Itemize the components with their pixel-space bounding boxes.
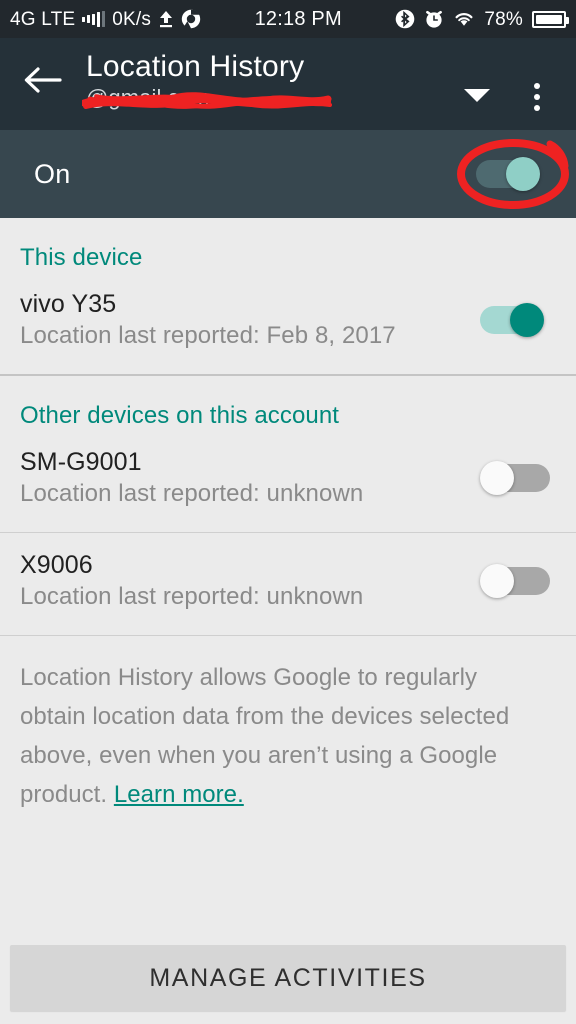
master-toggle-switch[interactable] <box>476 152 550 196</box>
content-area: This device vivo Y35 Location last repor… <box>0 218 576 838</box>
device-toggle-wrap[interactable] <box>462 553 554 609</box>
status-clock: 12:18 PM <box>254 7 342 30</box>
device-toggle-switch[interactable] <box>480 456 554 500</box>
device-row-sm-g9001[interactable]: SM-G9001 Location last reported: unknown <box>0 430 576 532</box>
device-name: SM-G9001 <box>20 448 142 476</box>
section-other-devices: Other devices on this account SM-G9001 L… <box>0 376 576 635</box>
switch-thumb <box>510 303 544 337</box>
device-row-x9006[interactable]: X9006 Location last reported: unknown <box>0 533 576 635</box>
learn-more-link[interactable]: Learn more. <box>114 781 244 808</box>
wifi-icon <box>453 10 475 28</box>
device-toggle-wrap[interactable] <box>462 292 554 348</box>
signal-bars-icon <box>82 11 106 27</box>
status-bar-left: 4G LTE 0K/s <box>10 9 201 29</box>
device-text-column: SM-G9001 Location last reported: unknown <box>20 446 462 510</box>
device-toggle-wrap[interactable] <box>462 450 554 506</box>
data-rate-label: 0K/s <box>112 8 152 30</box>
chrome-icon <box>181 9 201 29</box>
bottom-action-bar: MANAGE ACTIVITIES <box>0 940 576 1024</box>
section-heading: Other devices on this account <box>20 402 340 429</box>
status-bar-right: 78% <box>395 8 569 30</box>
network-label: 4G LTE <box>10 8 76 30</box>
device-name: vivo Y35 <box>20 290 117 318</box>
master-toggle-row[interactable]: On <box>0 130 576 218</box>
device-status: Location last reported: Feb 8, 2017 <box>20 322 396 349</box>
back-button[interactable] <box>16 56 68 108</box>
device-row-vivo-y35[interactable]: vivo Y35 Location last reported: Feb 8, … <box>0 272 576 374</box>
switch-thumb <box>480 564 514 598</box>
description-body: Location History allows Google to regula… <box>20 664 510 808</box>
device-status: Location last reported: unknown <box>20 583 364 610</box>
device-text-column: X9006 Location last reported: unknown <box>20 549 462 613</box>
switch-thumb <box>480 461 514 495</box>
back-arrow-icon <box>22 64 62 101</box>
overflow-menu-button[interactable] <box>514 68 560 126</box>
status-bar: 4G LTE 0K/s 12:18 PM 78% <box>0 0 576 38</box>
device-name: X9006 <box>20 551 93 579</box>
battery-icon <box>532 10 569 28</box>
alarm-clock-icon <box>424 9 444 29</box>
description-text: Location History allows Google to regula… <box>0 636 576 838</box>
page-title: Location History <box>86 50 305 83</box>
account-email: @gmail.com <box>86 85 210 110</box>
status-bar-center: 12:18 PM <box>201 8 395 31</box>
device-toggle-switch[interactable] <box>480 559 554 603</box>
master-toggle-label: On <box>34 158 71 189</box>
account-dropdown-button[interactable] <box>454 72 500 118</box>
device-status: Location last reported: unknown <box>20 480 364 507</box>
upload-arrow-icon <box>158 10 174 28</box>
location-history-screen: 4G LTE 0K/s 12:18 PM 78% Location Histor… <box>0 0 576 1024</box>
bluetooth-icon <box>395 9 415 29</box>
chevron-down-icon <box>464 88 490 102</box>
section-this-device: This device vivo Y35 Location last repor… <box>0 218 576 374</box>
device-text-column: vivo Y35 Location last reported: Feb 8, … <box>20 288 462 352</box>
switch-thumb <box>506 157 540 191</box>
manage-activities-button[interactable]: MANAGE ACTIVITIES <box>10 945 566 1011</box>
overflow-menu-icon <box>534 83 540 89</box>
section-heading: This device <box>20 244 143 271</box>
device-toggle-switch[interactable] <box>480 298 554 342</box>
app-toolbar: Location History @gmail.com <box>0 38 576 130</box>
toolbar-titles: Location History @gmail.com <box>68 50 454 111</box>
battery-percent-label: 78% <box>484 8 523 30</box>
master-toggle-wrap[interactable] <box>458 146 550 202</box>
